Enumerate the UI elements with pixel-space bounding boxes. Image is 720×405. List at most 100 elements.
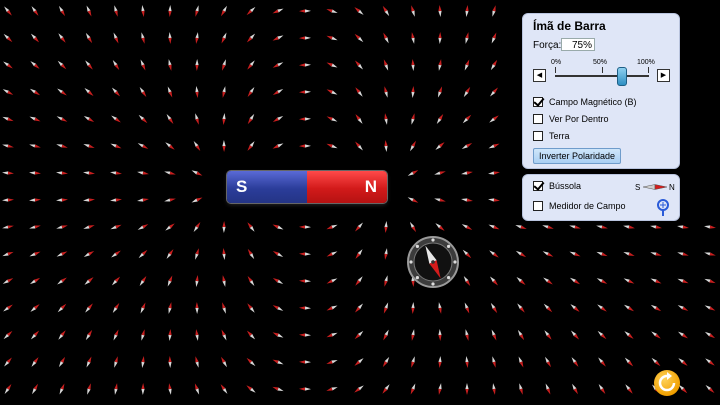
field-arrow	[3, 61, 13, 69]
field-arrow	[462, 249, 472, 259]
field-arrow	[272, 224, 284, 230]
field-arrow	[247, 276, 255, 286]
strength-slider-thumb[interactable]	[617, 67, 627, 86]
field-arrow	[438, 329, 442, 341]
field-arrow	[139, 87, 147, 97]
field-arrow	[195, 5, 199, 17]
field-arrow	[83, 144, 95, 148]
field-arrow	[354, 60, 364, 70]
field-arrow	[84, 277, 94, 285]
field-arrow	[355, 141, 363, 151]
field-meter-checkbox[interactable]	[533, 201, 543, 211]
field-arrow	[141, 329, 145, 341]
field-arrow	[4, 384, 12, 394]
field-arrow	[272, 359, 284, 365]
field-arrow	[2, 144, 14, 148]
field-arrow	[56, 116, 68, 122]
field-arrow	[411, 32, 415, 44]
field-arrow	[29, 88, 41, 96]
field-arrow	[272, 8, 284, 14]
field-arrow	[111, 87, 121, 97]
bar-magnet[interactable]: S N	[227, 171, 387, 203]
field-arrow	[650, 278, 662, 284]
field-arrow	[570, 304, 580, 312]
field-arrow	[492, 356, 496, 368]
see-inside-checkbox[interactable]	[533, 114, 543, 124]
field-arrow	[625, 384, 633, 394]
field-arrow	[545, 383, 551, 395]
field-arrow	[272, 62, 284, 68]
decrease-strength-button[interactable]: ◀	[533, 69, 546, 82]
field-arrow	[517, 329, 525, 341]
field-arrow	[704, 331, 716, 339]
field-arrow	[596, 278, 608, 284]
field-arrow	[355, 87, 363, 97]
field-arrow	[137, 224, 149, 230]
field-arrow	[168, 383, 172, 395]
field-arrow	[167, 86, 173, 98]
magnetic-field-checkbox[interactable]	[533, 97, 543, 107]
field-arrow	[596, 251, 608, 257]
field-arrow	[141, 383, 145, 395]
field-arrow	[326, 224, 338, 230]
field-arrow	[30, 61, 40, 69]
field-arrow	[438, 383, 442, 395]
field-arrow	[411, 329, 415, 341]
field-arrow	[138, 114, 148, 124]
field-arrow	[58, 33, 66, 43]
option-earth[interactable]: Terra	[533, 131, 570, 141]
field-arrow	[354, 33, 364, 43]
field-arrow	[110, 171, 122, 175]
field-arrow	[437, 86, 443, 98]
field-arrow	[354, 7, 364, 15]
strength-input[interactable]: 75%	[561, 38, 595, 51]
increase-strength-button[interactable]: ▶	[657, 69, 670, 82]
field-arrow	[114, 356, 118, 368]
field-arrow	[140, 59, 146, 71]
field-arrow	[110, 143, 122, 149]
field-arrow	[435, 142, 445, 150]
field-arrow	[461, 171, 473, 175]
field-arrow	[517, 303, 525, 313]
field-arrow	[572, 383, 578, 395]
field-arrow	[438, 59, 442, 71]
strength-slider-track[interactable]	[555, 75, 649, 77]
field-arrow	[111, 250, 121, 258]
option-magnetic-field[interactable]: Campo Magnético (B)	[533, 97, 637, 107]
field-arrow	[569, 277, 581, 285]
compass[interactable]	[406, 235, 460, 289]
earth-checkbox[interactable]	[533, 131, 543, 141]
invert-polarity-button[interactable]: Inverter Polaridade	[533, 148, 622, 164]
reset-icon[interactable]	[654, 370, 680, 396]
field-arrow	[354, 385, 364, 393]
field-arrow	[489, 250, 499, 258]
field-arrow	[677, 278, 689, 284]
field-arrow	[299, 387, 311, 391]
field-arrow	[678, 331, 688, 339]
field-arrow	[84, 88, 94, 96]
field-arrow	[438, 5, 442, 17]
field-arrow	[30, 330, 40, 340]
field-arrow	[623, 304, 635, 312]
field-arrow	[141, 356, 145, 368]
panel-title: Ímã de Barra	[533, 19, 606, 33]
tool-field-meter[interactable]: Medidor de Campo	[533, 201, 626, 211]
field-arrow	[137, 143, 149, 149]
field-arrow	[462, 114, 472, 124]
field-arrow	[29, 251, 41, 257]
field-arrow	[247, 303, 255, 313]
field-arrow	[85, 329, 93, 341]
probe-icon[interactable]	[655, 199, 671, 217]
field-arrow	[195, 302, 199, 314]
compass-checkbox[interactable]	[533, 181, 543, 191]
field-arrow	[436, 113, 444, 125]
tool-compass[interactable]: Bússola	[533, 181, 581, 191]
option-see-inside[interactable]: Ver Por Dentro	[533, 114, 609, 124]
field-arrow	[56, 171, 68, 175]
field-arrow	[354, 358, 364, 366]
field-arrow	[677, 305, 689, 311]
field-arrow	[705, 384, 715, 394]
field-arrow	[29, 171, 41, 175]
field-arrow	[382, 5, 390, 17]
field-arrow	[651, 331, 661, 339]
